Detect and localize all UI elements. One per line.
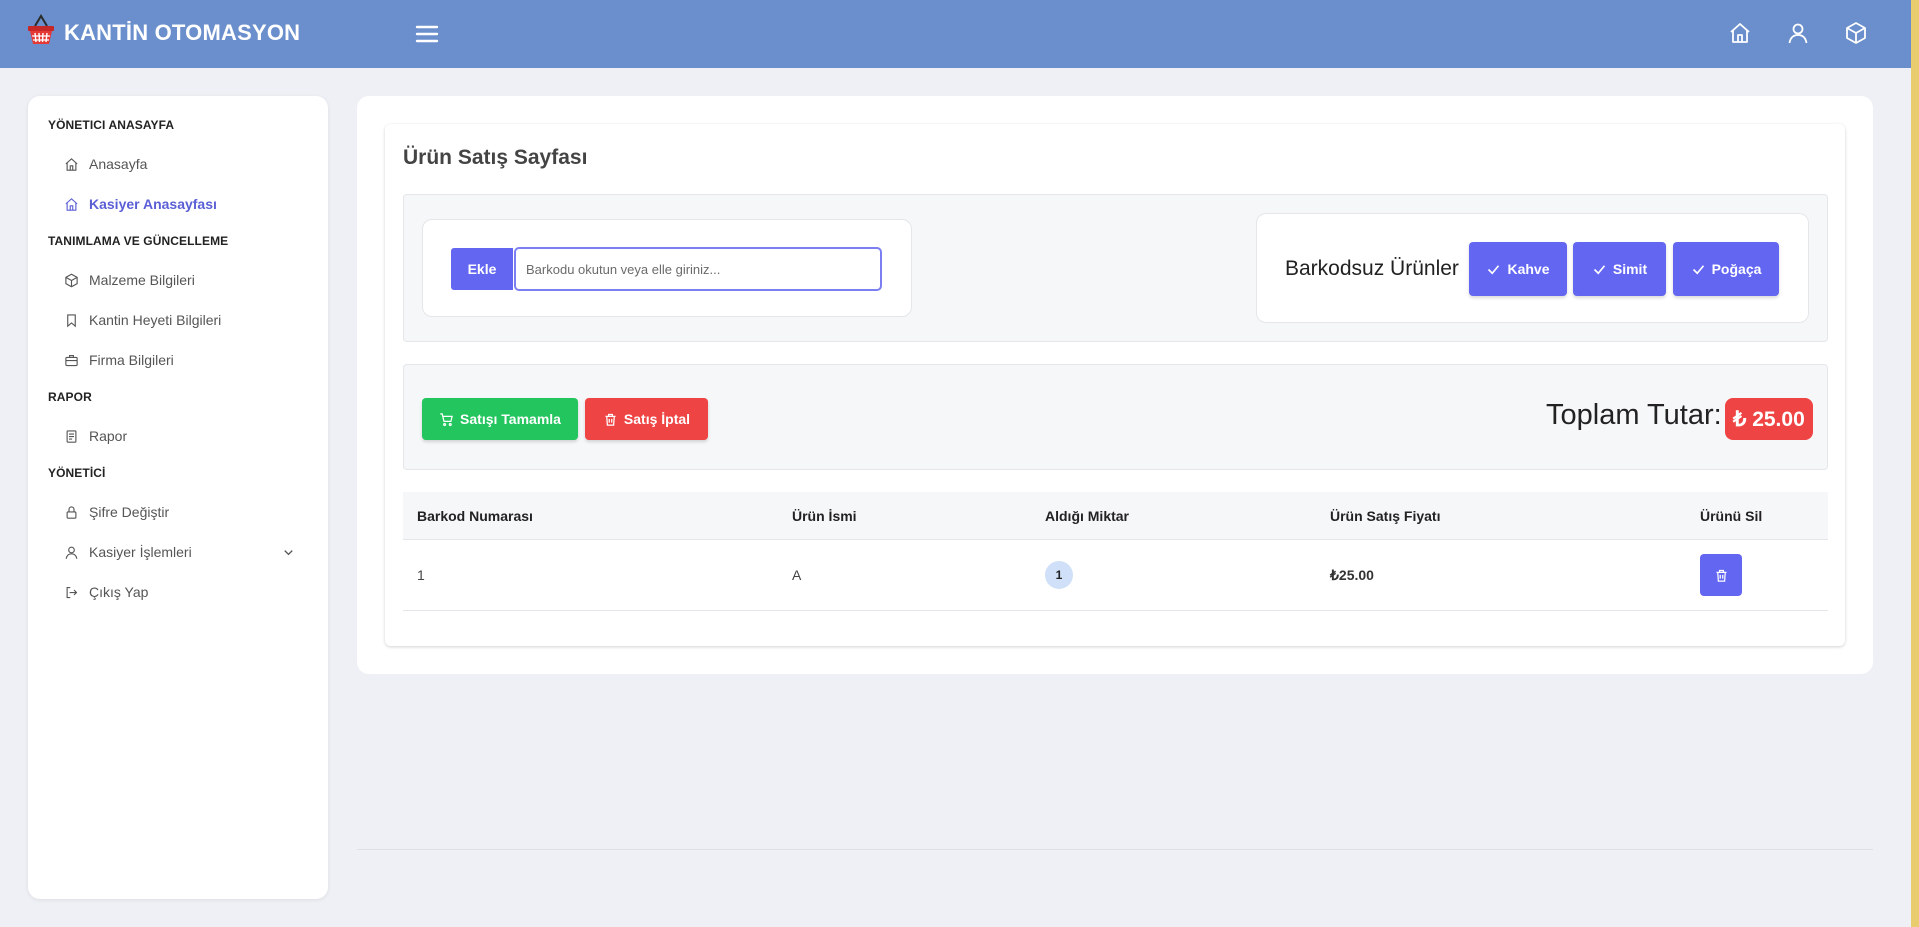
- sidebar-item-kasiyer-islemleri[interactable]: Kasiyer İşlemleri: [48, 532, 308, 572]
- pogaca-button-label: Poğaça: [1711, 261, 1762, 277]
- kahve-button-label: Kahve: [1507, 261, 1550, 277]
- sidebar-item-firma-bilgileri[interactable]: Firma Bilgileri: [48, 340, 308, 380]
- menu-toggle-icon[interactable]: [413, 20, 441, 48]
- box-icon[interactable]: [1841, 18, 1871, 48]
- cancel-sale-button[interactable]: Satış İptal: [585, 398, 708, 440]
- sale-actions-panel: Satışı Tamamla Satış İptal Toplam Tutar:…: [403, 364, 1828, 470]
- cancel-sale-label: Satış İptal: [623, 411, 691, 427]
- sidebar-item-anasayfa[interactable]: Anasayfa: [48, 144, 308, 184]
- page-title: Ürün Satış Sayfası: [403, 146, 588, 169]
- cart-table: Barkod Numarası Ürün İsmi Aldığı Miktar …: [403, 492, 1828, 611]
- sidebar-item-malzeme-bilgileri[interactable]: Malzeme Bilgileri: [48, 260, 308, 300]
- app-title: KANTİN OTOMASYON: [64, 19, 301, 45]
- no-barcode-products-box: Barkodsuz Ürünler Kahve Simit Poğaça: [1256, 213, 1809, 323]
- no-barcode-label: Barkodsuz Ürünler: [1285, 257, 1459, 280]
- user-icon: [65, 546, 78, 559]
- column-header-barcode: Barkod Numarası: [417, 507, 533, 524]
- bookmark-icon: [67, 313, 76, 327]
- brand[interactable]: KANTİN OTOMASYON: [26, 14, 300, 51]
- simit-button[interactable]: Simit: [1573, 242, 1666, 296]
- sidebar-item-label: Firma Bilgileri: [89, 352, 174, 368]
- sidebar-item-sifre-degistir[interactable]: Şifre Değiştir: [48, 492, 308, 532]
- chevron-down-icon[interactable]: [281, 545, 296, 560]
- box-icon: [65, 273, 78, 287]
- table-header: Barkod Numarası Ürün İsmi Aldığı Miktar …: [403, 492, 1828, 540]
- sidebar-item-rapor[interactable]: Rapor: [48, 416, 308, 456]
- cell-price: ₺25.00: [1330, 566, 1374, 583]
- product-entry-panel: Ekle Barkodsuz Ürünler Kahve Simit Poğaç…: [403, 194, 1828, 342]
- check-icon: [1488, 264, 1500, 274]
- briefcase-icon: [65, 354, 78, 366]
- sidebar: YÖNETICI ANASAYFA Anasayfa Kasiyer Anasa…: [28, 96, 328, 899]
- column-header-delete: Ürünü Sil: [1700, 507, 1763, 524]
- home-icon[interactable]: [1725, 18, 1755, 48]
- simit-button-label: Simit: [1612, 261, 1648, 277]
- sidebar-item-label: Kasiyer Anasayfası: [89, 196, 217, 212]
- top-navbar: KANTİN OTOMASYON: [0, 0, 1911, 68]
- check-icon: [1593, 264, 1605, 274]
- add-button[interactable]: Ekle: [451, 248, 513, 290]
- lock-icon: [66, 505, 77, 519]
- sales-card: Ürün Satış Sayfası Ekle Barkodsuz Ürünle…: [385, 124, 1845, 646]
- sidebar-item-label: Malzeme Bilgileri: [89, 272, 195, 288]
- trash-icon: [605, 413, 616, 426]
- sidebar-section-title: RAPOR: [48, 390, 92, 404]
- barcode-input[interactable]: [514, 247, 882, 291]
- cell-delete: [1700, 554, 1828, 596]
- home-icon: [65, 197, 78, 211]
- check-icon: [1692, 264, 1704, 274]
- trash-icon: [1716, 569, 1726, 582]
- home-icon: [65, 157, 78, 171]
- logout-icon: [66, 586, 78, 598]
- complete-sale-button[interactable]: Satışı Tamamla: [422, 398, 578, 440]
- sidebar-item-label: Şifre Değiştir: [89, 504, 170, 520]
- cell-qty: 1: [1045, 561, 1330, 589]
- sidebar-section-title: YÖNETICI ANASAYFA: [48, 118, 175, 132]
- sidebar-item-kantin-heyeti[interactable]: Kantin Heyeti Bilgileri: [48, 300, 308, 340]
- column-header-price: Ürün Satış Fiyatı: [1330, 507, 1441, 524]
- footer-divider: [357, 849, 1873, 850]
- cart-icon: [440, 412, 453, 426]
- total-amount-badge: ₺ 25.00: [1725, 398, 1813, 440]
- cell-barcode: 1: [417, 567, 425, 583]
- delete-row-button[interactable]: [1700, 554, 1742, 596]
- column-header-qty: Aldığı Miktar: [1045, 507, 1130, 524]
- sidebar-item-label: Anasayfa: [89, 156, 148, 172]
- total-label: Toplam Tutar:: [1546, 399, 1722, 431]
- qty-badge: 1: [1045, 561, 1073, 589]
- kahve-button[interactable]: Kahve: [1469, 242, 1567, 296]
- sidebar-section-title: YÖNETİCİ: [48, 466, 106, 480]
- sidebar-item-label: Rapor: [89, 428, 128, 444]
- sidebar-item-label: Kasiyer İşlemleri: [89, 544, 192, 560]
- cell-name: A: [792, 567, 802, 583]
- column-header-name: Ürün İsmi: [792, 507, 857, 524]
- table-row: 1 A 1 ₺25.00: [403, 540, 1828, 611]
- sidebar-item-label: Kantin Heyeti Bilgileri: [89, 312, 222, 328]
- complete-sale-label: Satışı Tamamla: [460, 411, 561, 427]
- scrollbar-edge: [1911, 0, 1919, 927]
- sidebar-item-label: Çıkış Yap: [89, 584, 149, 600]
- pogaca-button[interactable]: Poğaça: [1673, 242, 1779, 296]
- sidebar-item-kasiyer-anasayfasi[interactable]: Kasiyer Anasayfası: [48, 184, 308, 224]
- sidebar-section-title: TANIMLAMA VE GÜNCELLEME: [48, 234, 229, 248]
- barcode-scan-box: Ekle: [422, 219, 912, 317]
- sidebar-item-cikis-yap[interactable]: Çıkış Yap: [48, 572, 308, 612]
- user-icon[interactable]: [1783, 18, 1813, 48]
- basket-logo-icon: [26, 14, 56, 51]
- document-icon: [66, 429, 77, 443]
- main-content: Ürün Satış Sayfası Ekle Barkodsuz Ürünle…: [357, 96, 1873, 674]
